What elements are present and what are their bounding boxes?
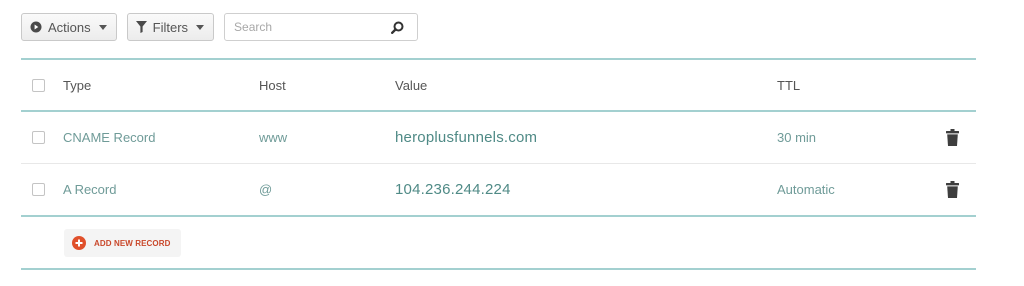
- search-input[interactable]: [234, 20, 392, 34]
- search-box: [224, 13, 419, 41]
- actions-label: Actions: [48, 19, 91, 35]
- dns-records-page: Actions Filters Search Type Host Value T…: [0, 0, 1024, 286]
- header-type: Type: [63, 77, 92, 93]
- filters-label: Filters: [152, 19, 189, 35]
- row-checkbox[interactable]: [32, 131, 45, 144]
- add-new-record-button[interactable]: ADD NEW RECORD: [64, 229, 181, 257]
- record-host: @: [259, 182, 273, 197]
- trash-icon[interactable]: [946, 181, 959, 198]
- plus-circle-icon: [72, 236, 86, 250]
- add-new-record-label: ADD NEW RECORD: [94, 238, 171, 248]
- record-value: 104.236.244.224: [395, 181, 511, 198]
- add-record-row: ADD NEW RECORD: [21, 217, 976, 268]
- chevron-down-icon: [98, 24, 107, 30]
- table-row: CNAME Record www heroplusfunnels.com 30 …: [21, 112, 976, 163]
- header-value: Value: [395, 77, 428, 93]
- select-all-checkbox[interactable]: [32, 78, 45, 92]
- header-ttl: TTL: [777, 77, 801, 93]
- record-ttl: Automatic: [777, 182, 835, 197]
- trash-icon[interactable]: [946, 129, 959, 146]
- record-type: A Record: [63, 182, 117, 197]
- record-host: www: [259, 130, 288, 145]
- actions-button[interactable]: Actions: [21, 13, 117, 41]
- dns-records-table: Type Host Value TTL CNAME Record www her…: [21, 58, 976, 270]
- record-value: heroplusfunnels.com: [395, 129, 538, 146]
- filters-button[interactable]: Filters: [126, 13, 215, 41]
- search-icon[interactable]: [391, 21, 404, 34]
- toolbar: Actions Filters: [21, 13, 419, 41]
- table-header-row: Type Host Value TTL: [21, 60, 976, 110]
- chevron-down-icon: [196, 24, 205, 30]
- row-checkbox[interactable]: [32, 183, 45, 196]
- table-end-divider: [21, 268, 976, 270]
- record-ttl: 30 min: [777, 130, 817, 145]
- filter-icon: [135, 21, 147, 33]
- header-host: Host: [259, 77, 286, 93]
- play-circle-icon: [30, 21, 42, 33]
- table-row: A Record @ 104.236.244.224 Automatic: [21, 164, 976, 215]
- record-type: CNAME Record: [63, 130, 156, 145]
